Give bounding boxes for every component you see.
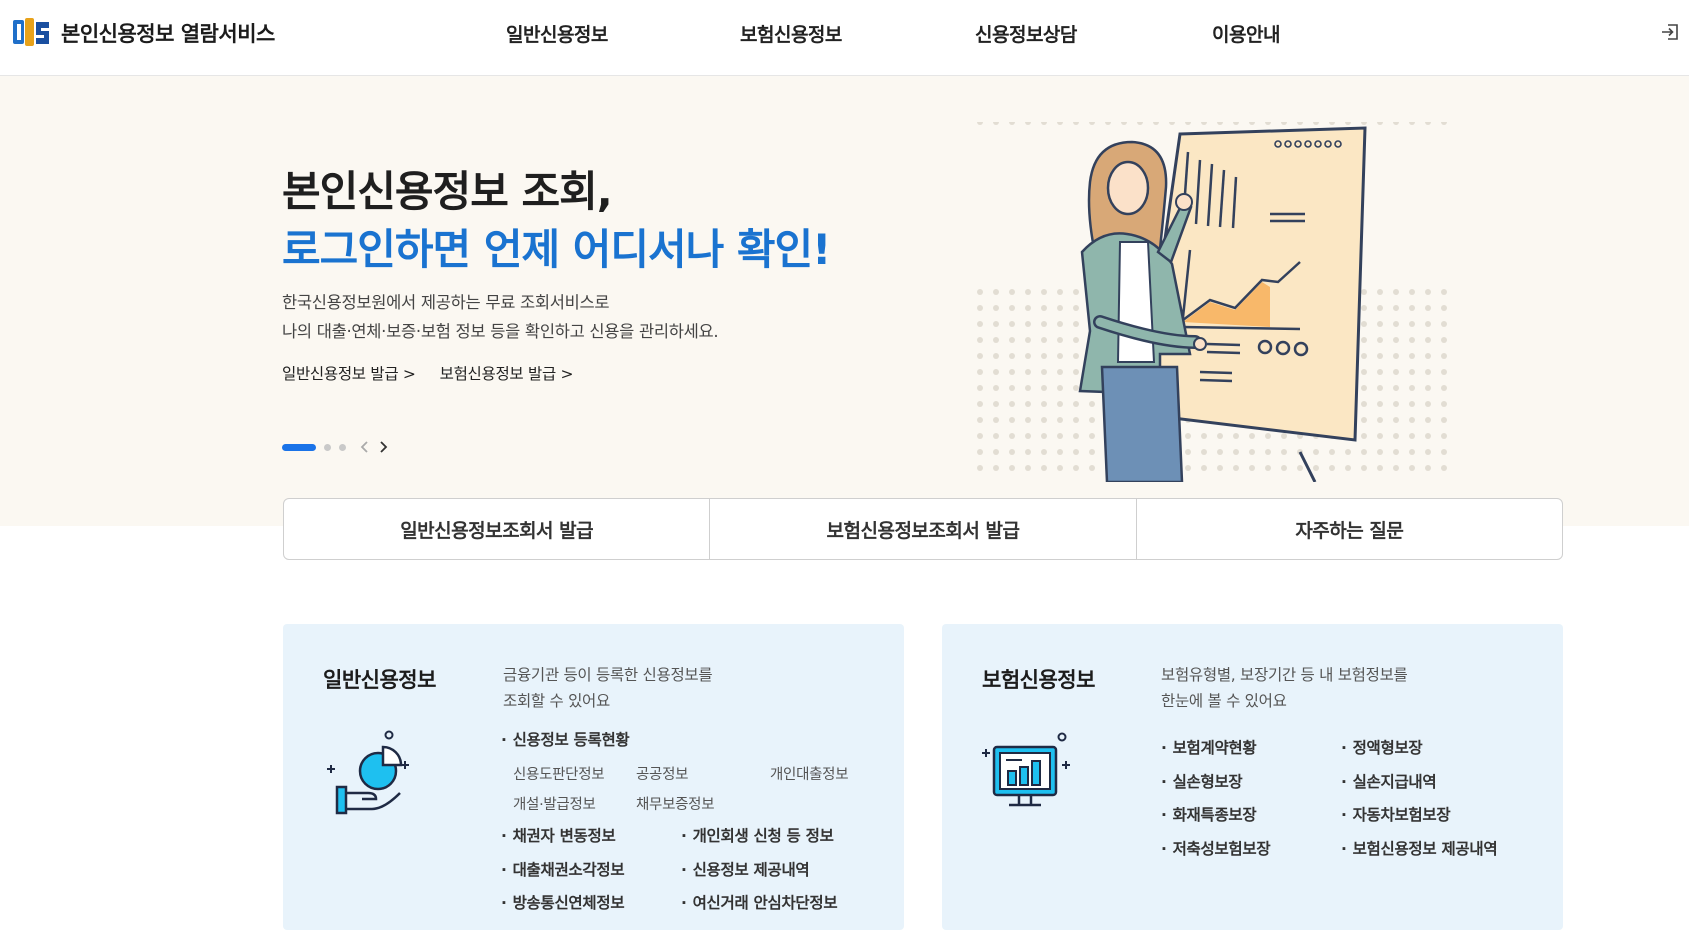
faq-button[interactable]: 자주하는 질문 <box>1137 499 1562 559</box>
card-title-insurance[interactable]: 보험신용정보 <box>982 664 1095 694</box>
quick-menu: 일반신용정보조회서 발급 보험신용정보조회서 발급 자주하는 질문 <box>283 498 1563 560</box>
hero-banner: 본인신용정보 조회, 로그인하면 언제 어디서나 확인! 한국신용정보원에서 제… <box>0 76 1689 526</box>
general-credit-card: 일반신용정보 금융기관 등이 등록한 신용정보를 조회할 수 있어요 신용정보 … <box>283 624 904 930</box>
item-auto-insurance[interactable]: 자동차보험보장 <box>1341 803 1451 825</box>
item-credit-provision[interactable]: 신용정보 제공내역 <box>681 858 810 880</box>
card-desc-line2: 조회할 수 있어요 <box>503 692 610 710</box>
sub-item-personal-loan[interactable]: 개인대출정보 <box>770 763 849 784</box>
item-fire-special[interactable]: 화재특종보장 <box>1161 803 1257 825</box>
item-indemnity-coverage[interactable]: 실손형보장 <box>1161 770 1243 792</box>
item-insurance-provision[interactable]: 보험신용정보 제공내역 <box>1341 837 1498 859</box>
insurance-credit-issue-link[interactable]: 보험신용정보 발급 > <box>440 362 574 384</box>
monitor-bar-chart-icon <box>982 732 1070 807</box>
main-nav: 일반신용정보 보험신용정보 신용정보상담 이용안내 <box>0 20 1689 50</box>
sub-item-debt-guarantee[interactable]: 채무보증정보 <box>636 793 715 814</box>
item-personal-rehab[interactable]: 개인회생 신청 등 정보 <box>681 824 834 846</box>
sub-item-public-info[interactable]: 공공정보 <box>636 763 688 784</box>
sub-item-credit-judgment[interactable]: 신용도판단정보 <box>513 763 605 784</box>
item-contract-status[interactable]: 보험계약현황 <box>1161 736 1257 758</box>
slide-indicator-2[interactable] <box>324 443 331 451</box>
card-desc-insurance: 보험유형별, 보장기간 등 내 보험정보를 한눈에 볼 수 있어요 <box>1161 662 1408 714</box>
hero-subtitle: 로그인하면 언제 어디서나 확인! <box>282 225 831 274</box>
prev-arrow-icon[interactable] <box>358 439 372 455</box>
slide-indicator-3[interactable] <box>339 443 346 451</box>
login-icon[interactable] <box>1660 22 1680 42</box>
item-indemnity-payments[interactable]: 실손지급내역 <box>1341 770 1437 792</box>
hero-desc-line1: 한국신용정보원에서 제공하는 무료 조회서비스로 <box>282 293 610 312</box>
card-desc-general: 금융기관 등이 등록한 신용정보를 조회할 수 있어요 <box>503 662 713 714</box>
nav-general-credit[interactable]: 일반신용정보 <box>506 20 608 47</box>
item-credit-registration[interactable]: 신용정보 등록현황 <box>501 728 630 750</box>
slider-controls <box>282 439 390 455</box>
card-desc-line1: 보험유형별, 보장기간 등 내 보험정보를 <box>1161 666 1408 684</box>
item-credit-block[interactable]: 여신거래 안심차단정보 <box>681 891 838 913</box>
hero-desc-line2: 나의 대출·연체·보증·보험 정보 등을 확인하고 신용을 관리하세요. <box>282 322 719 341</box>
hero-title: 본인신용정보 조회, <box>282 167 613 216</box>
card-title-general[interactable]: 일반신용정보 <box>323 664 436 694</box>
insurance-credit-report-button[interactable]: 보험신용정보조회서 발급 <box>710 499 1137 559</box>
nav-usage-guide[interactable]: 이용안내 <box>1212 20 1280 47</box>
card-desc-line1: 금융기관 등이 등록한 신용정보를 <box>503 666 713 684</box>
general-credit-issue-link[interactable]: 일반신용정보 발급 > <box>282 362 416 384</box>
item-fixed-coverage[interactable]: 정액형보장 <box>1341 736 1423 758</box>
card-desc-line2: 한눈에 볼 수 있어요 <box>1161 692 1287 710</box>
item-loan-writeoff[interactable]: 대출채권소각정보 <box>501 858 625 880</box>
hero-links: 일반신용정보 발급 > 보험신용정보 발급 > <box>282 362 574 384</box>
insurance-credit-card: 보험신용정보 보험유형별, 보장기간 등 내 보험정보를 한눈에 볼 수 있어요… <box>942 624 1563 930</box>
next-arrow-icon[interactable] <box>376 439 390 455</box>
hero-description: 한국신용정보원에서 제공하는 무료 조회서비스로 나의 대출·연체·보증·보험 … <box>282 288 719 346</box>
site-header: 본인신용정보 열람서비스 일반신용정보 보험신용정보 신용정보상담 이용안내 <box>0 0 1689 76</box>
slide-indicator-1[interactable] <box>282 443 316 451</box>
item-creditor-change[interactable]: 채권자 변동정보 <box>501 824 616 846</box>
nav-credit-consult[interactable]: 신용정보상담 <box>975 20 1077 47</box>
nav-insurance-credit[interactable]: 보험신용정보 <box>740 20 842 47</box>
presenter-illustration <box>977 122 1447 482</box>
item-telecom-overdue[interactable]: 방송통신연체정보 <box>501 891 625 913</box>
item-savings-insurance[interactable]: 저축성보험보장 <box>1161 837 1271 859</box>
general-credit-report-button[interactable]: 일반신용정보조회서 발급 <box>284 499 711 559</box>
sub-item-account-issue[interactable]: 개설·발급정보 <box>513 793 596 814</box>
hand-pie-chart-icon <box>327 730 409 815</box>
